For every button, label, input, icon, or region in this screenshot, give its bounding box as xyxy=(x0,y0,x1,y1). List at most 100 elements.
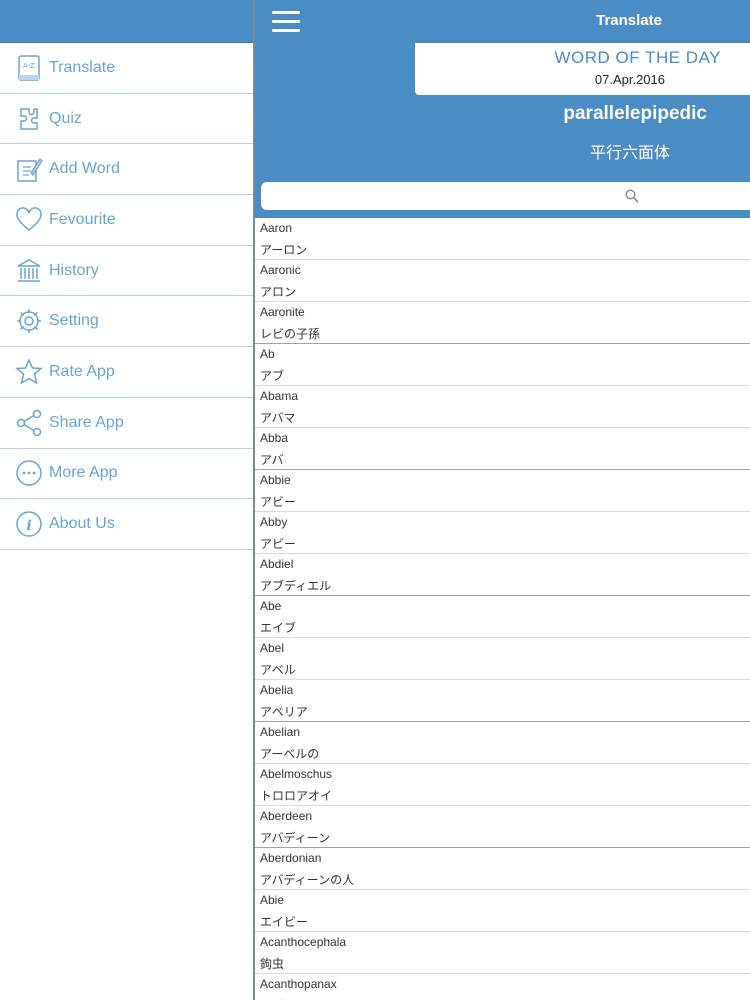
sidebar-item-favourite[interactable]: Fevourite xyxy=(0,195,253,246)
sidebar-item-label: More App xyxy=(49,464,118,482)
sidebar-item-label: Quiz xyxy=(49,109,82,127)
list-item[interactable]: Abdiel アブディエル xyxy=(255,554,750,596)
list-item[interactable]: Abelmoschus トロロアオイ xyxy=(255,764,750,806)
word-translation: アバディーンの人 xyxy=(260,873,355,887)
share-icon xyxy=(15,409,43,437)
sidebar-item-add-word[interactable]: Add Word xyxy=(0,144,253,196)
word-english: Abel xyxy=(260,641,285,655)
sidebar-item-label: Add Word xyxy=(49,160,120,178)
word-english: Acanthopanax xyxy=(260,977,337,991)
word-english: Abbie xyxy=(260,473,291,487)
sidebar-item-about-us[interactable]: i About Us xyxy=(0,499,253,550)
word-translation: 鉤虫 xyxy=(260,957,285,971)
search-field[interactable] xyxy=(261,182,750,210)
word-english: Abelmoschus xyxy=(260,767,333,781)
main-panel: Translate WORD OF THE DAY 07.Apr.2016 pa… xyxy=(255,0,750,1000)
museum-icon xyxy=(15,257,43,285)
sidebar-item-more-app[interactable]: More App xyxy=(0,449,253,500)
puzzle-icon xyxy=(15,105,43,133)
word-translation: アバマ xyxy=(260,411,296,425)
word-english: Abelian xyxy=(260,725,301,739)
list-item[interactable]: Acanthocephala 鉤虫 xyxy=(255,932,750,974)
list-item[interactable]: Aaronite レビの子孫 xyxy=(255,302,750,344)
word-translation: アバディーン xyxy=(260,831,331,845)
list-item[interactable]: Abelian アーベルの xyxy=(255,722,750,764)
more-icon xyxy=(15,459,43,487)
word-english: Abama xyxy=(260,389,299,403)
word-translation: アブディエル xyxy=(260,579,332,593)
info-icon: i xyxy=(15,510,43,538)
app-root: A-Z Translate Quiz Add Word Fevourite Hi… xyxy=(0,0,750,1000)
word-english: Abelia xyxy=(260,683,294,697)
sidebar-item-history[interactable]: History xyxy=(0,246,253,297)
dictionary-icon: A-Z xyxy=(15,54,43,82)
sidebar-item-label: Translate xyxy=(49,58,116,76)
word-english: Abe xyxy=(260,599,282,613)
list-item[interactable]: Ab アブ xyxy=(255,344,750,386)
word-translation: アベリア xyxy=(260,705,308,719)
sidebar-item-rate-app[interactable]: Rate App xyxy=(0,347,253,398)
hamburger-menu-icon[interactable] xyxy=(272,11,300,32)
list-item[interactable]: Abie エイビー xyxy=(255,890,750,932)
word-english: Ab xyxy=(260,347,275,361)
svg-text:i: i xyxy=(26,518,31,534)
word-english: Abie xyxy=(260,893,285,907)
list-item[interactable]: Abama アバマ xyxy=(255,386,750,428)
word-translation: アーベルの xyxy=(260,747,320,761)
word-list: Aaron アーロン Aaronic アロン Aaronite レビの子孫 Ab アブ Abam… xyxy=(255,218,750,1000)
sidebar-item-label: About Us xyxy=(49,515,115,533)
list-item[interactable]: Abel アベル xyxy=(255,638,750,680)
word-translation: アビー xyxy=(260,495,297,509)
sidebar-item-translate[interactable]: A-Z Translate xyxy=(0,43,253,94)
word-english: Aaronic xyxy=(260,263,301,277)
list-item[interactable]: Abby アビー xyxy=(255,512,750,554)
list-item[interactable]: Aaron アーロン xyxy=(255,218,750,260)
list-item[interactable]: Aberdonian アバディーンの人 xyxy=(255,848,750,890)
heart-icon xyxy=(15,206,43,234)
word-of-the-day-date: 07.Apr.2016 xyxy=(594,72,665,87)
sidebar-item-quiz[interactable]: Quiz xyxy=(0,94,253,145)
sidebar-item-label: Setting xyxy=(49,312,99,330)
list-item[interactable]: Aberdeen アバディーン xyxy=(255,806,750,848)
star-icon xyxy=(15,358,43,386)
word-of-the-day-heading: WORD OF THE DAY xyxy=(554,48,721,67)
word-of-the-day-word[interactable]: parallelepipedic xyxy=(255,103,707,125)
sidebar-item-label: Share App xyxy=(49,413,124,431)
search-icon xyxy=(625,189,639,203)
word-english: Abba xyxy=(260,431,289,445)
word-translation: アビー xyxy=(260,537,297,551)
word-english: Aberdeen xyxy=(260,809,313,823)
word-english: Acanthocephala xyxy=(260,935,347,949)
sidebar-item-label: History xyxy=(49,261,99,279)
word-english: Aaron xyxy=(260,221,293,235)
word-translation: アブ xyxy=(260,369,285,383)
word-of-the-day-section: WORD OF THE DAY 07.Apr.2016 parallelepip… xyxy=(255,43,750,176)
word-english: Aberdonian xyxy=(260,851,322,865)
word-translation: アベル xyxy=(260,663,296,677)
sidebar-item-setting[interactable]: Setting xyxy=(0,296,253,348)
list-item[interactable]: Abba アバ xyxy=(255,428,750,470)
word-translation: トロロアオイ xyxy=(260,789,333,803)
word-of-the-day-card: WORD OF THE DAY 07.Apr.2016 xyxy=(415,43,750,95)
sidebar: A-Z Translate Quiz Add Word Fevourite Hi… xyxy=(0,0,253,1000)
list-item[interactable]: Aaronic アロン xyxy=(255,260,750,302)
word-translation: エイビー xyxy=(260,915,309,929)
word-translation: エイブ xyxy=(260,621,297,635)
svg-text:A-Z: A-Z xyxy=(23,62,35,70)
word-english: Abby xyxy=(260,515,288,529)
list-item[interactable]: Abe エイブ xyxy=(255,596,750,638)
page-title: Translate xyxy=(596,12,662,29)
list-item[interactable]: Abbie アビー xyxy=(255,470,750,512)
word-translation: レビの子孫 xyxy=(260,327,321,341)
list-item[interactable]: Abelia アベリア xyxy=(255,680,750,722)
list-item[interactable]: Acanthopanaxエゾウコギ xyxy=(255,974,750,1000)
sidebar-item-label: Fevourite xyxy=(49,210,116,228)
search-bar xyxy=(255,176,750,218)
word-translation: アーロン xyxy=(260,243,308,257)
top-bar: Translate xyxy=(255,0,750,43)
word-translation: アバ xyxy=(260,453,284,467)
search-input[interactable] xyxy=(261,182,750,210)
word-english: Aaronite xyxy=(260,305,305,319)
sidebar-item-share-app[interactable]: Share App xyxy=(0,398,253,449)
sidebar-item-label: Rate App xyxy=(49,362,115,380)
